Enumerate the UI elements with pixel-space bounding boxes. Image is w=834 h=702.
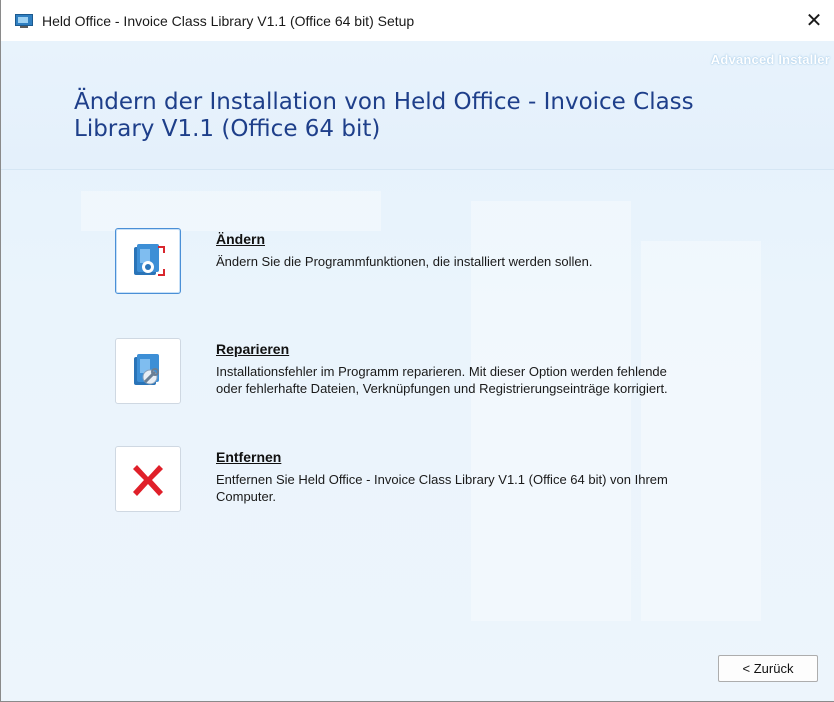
dialog-header: Advanced Installer Ändern der Installati… [1,41,834,170]
setup-window: Held Office - Invoice Class Library V1.1… [0,0,834,702]
option-remove: Entfernen Entfernen Sie Held Office - In… [1,446,834,526]
installer-app-icon [15,13,33,28]
remove-button[interactable] [115,446,181,512]
modify-icon [134,244,165,276]
window-title: Held Office - Invoice Class Library V1.1… [42,12,415,29]
remove-icon [133,465,163,496]
back-button[interactable]: < Zurück [718,655,818,682]
option-title: Ändern [216,231,265,247]
background-decoration [81,191,381,231]
close-icon: ✕ [805,10,823,32]
repair-button[interactable] [115,338,181,404]
option-description: Ändern Sie die Programmfunktionen, die i… [216,254,593,269]
page-title: Ändern der Installation von Held Office … [74,89,694,142]
repair-icon [134,354,159,385]
option-repair: Reparieren Installationsfehler im Progra… [1,338,834,418]
brand-watermark: Advanced Installer [710,52,830,67]
close-button[interactable]: ✕ [794,0,834,41]
option-title: Entfernen [216,449,282,465]
option-title: Reparieren [216,341,290,357]
option-description: Entfernen Sie Held Office - Invoice Clas… [216,472,668,504]
option-description: Installationsfehler im Programm reparier… [216,364,668,396]
modify-button[interactable] [115,228,181,294]
title-bar: Held Office - Invoice Class Library V1.1… [1,0,834,41]
dialog-body: Advanced Installer Ändern der Installati… [1,41,834,701]
option-modify: Ändern Ändern Sie die Programmfunktionen… [1,228,834,308]
